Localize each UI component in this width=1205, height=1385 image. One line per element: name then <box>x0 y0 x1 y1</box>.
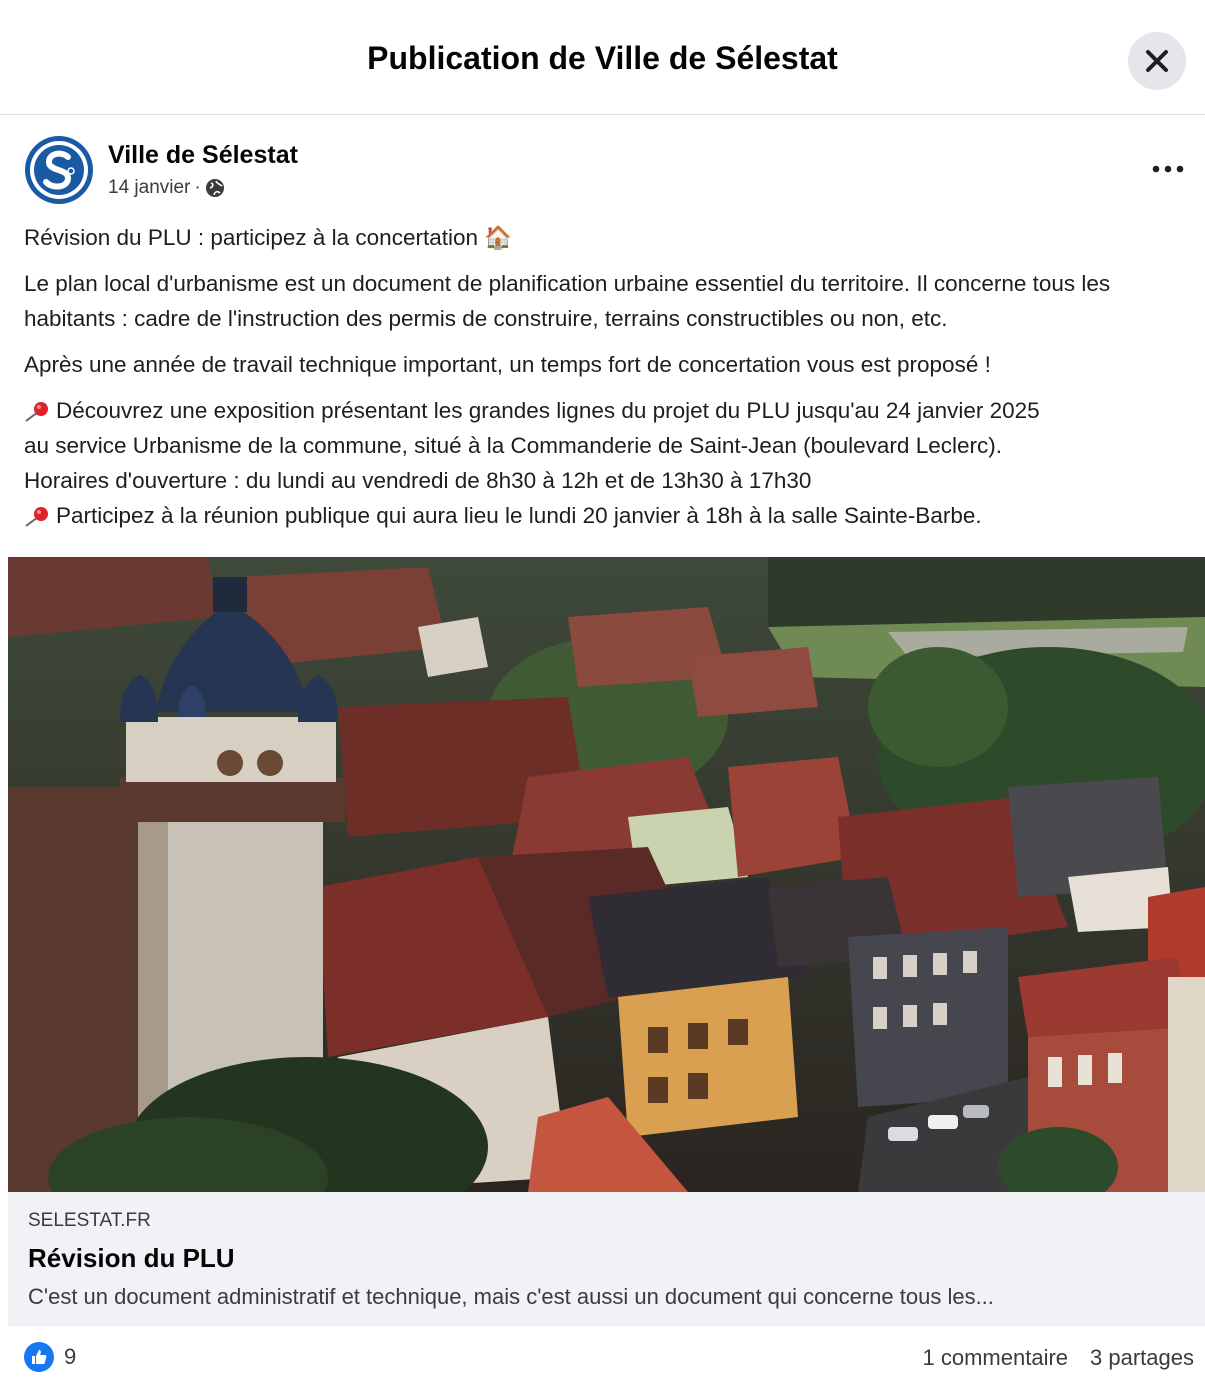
like-count: 9 <box>64 1344 77 1369</box>
bullet-2-text: Participez à la réunion publique qui aur… <box>56 503 982 528</box>
pushpin-icon <box>25 402 48 422</box>
meta-separator: · <box>194 177 201 198</box>
link-description: C'est un document administratif et techn… <box>28 1284 994 1309</box>
engagement-counts: 1 commentaire 3 partages <box>923 1345 1194 1371</box>
more-options-button[interactable] <box>1144 149 1192 189</box>
bullet-1-line-2: au service Urbanisme de la commune, situ… <box>24 433 1002 458</box>
post-date[interactable]: 14 janvier <box>108 177 190 199</box>
post-bullets: Découvrez une exposition présentant les … <box>24 393 1189 533</box>
link-preview[interactable]: SELESTAT.FR Révision du PLU C'est un doc… <box>8 1192 1205 1326</box>
town-photo-image <box>8 557 1205 1192</box>
post-photo[interactable] <box>8 557 1205 1192</box>
bullet-1-line-3: Horaires d'ouverture : du lundi au vendr… <box>24 468 812 493</box>
post-heading-text: Révision du PLU : participez à la concer… <box>24 225 478 250</box>
selestat-logo-icon <box>25 136 93 204</box>
like-icon <box>24 1342 54 1372</box>
post-stats: 9 1 commentaire 3 partages <box>24 1338 1194 1378</box>
post-heading: Révision du PLU : participez à la concer… <box>24 220 1189 255</box>
shares-count[interactable]: 3 partages <box>1090 1345 1194 1371</box>
link-title: Révision du PLU <box>28 1243 235 1273</box>
close-icon <box>1146 50 1168 72</box>
link-domain: SELESTAT.FR <box>28 1210 151 1231</box>
avatar[interactable] <box>24 135 94 205</box>
more-icon <box>1152 165 1184 173</box>
post-paragraph-1: Le plan local d'urbanisme est un documen… <box>24 271 1111 331</box>
post-meta: 14 janvier · <box>108 177 225 199</box>
bullet-1: Découvrez une exposition présentant les … <box>24 393 1189 428</box>
house-emoji: 🏠 <box>484 225 513 250</box>
post-header: Ville de Sélestat 14 janvier · <box>24 135 1184 210</box>
page-name[interactable]: Ville de Sélestat <box>108 141 298 170</box>
pushpin-icon <box>25 507 48 527</box>
dialog-title: Publication de Ville de Sélestat <box>367 40 838 76</box>
bullet-1-line-1: Découvrez une exposition présentant les … <box>56 398 1040 423</box>
bullet-2: Participez à la réunion publique qui aur… <box>24 498 1189 533</box>
post-text: Révision du PLU : participez à la concer… <box>24 220 1189 533</box>
reactions[interactable]: 9 <box>24 1342 76 1372</box>
close-button[interactable] <box>1128 32 1186 90</box>
post-paragraph-2: Après une année de travail technique imp… <box>24 352 991 377</box>
dialog-header: Publication de Ville de Sélestat <box>0 0 1205 115</box>
globe-icon <box>205 179 224 197</box>
comments-count[interactable]: 1 commentaire <box>923 1345 1069 1371</box>
